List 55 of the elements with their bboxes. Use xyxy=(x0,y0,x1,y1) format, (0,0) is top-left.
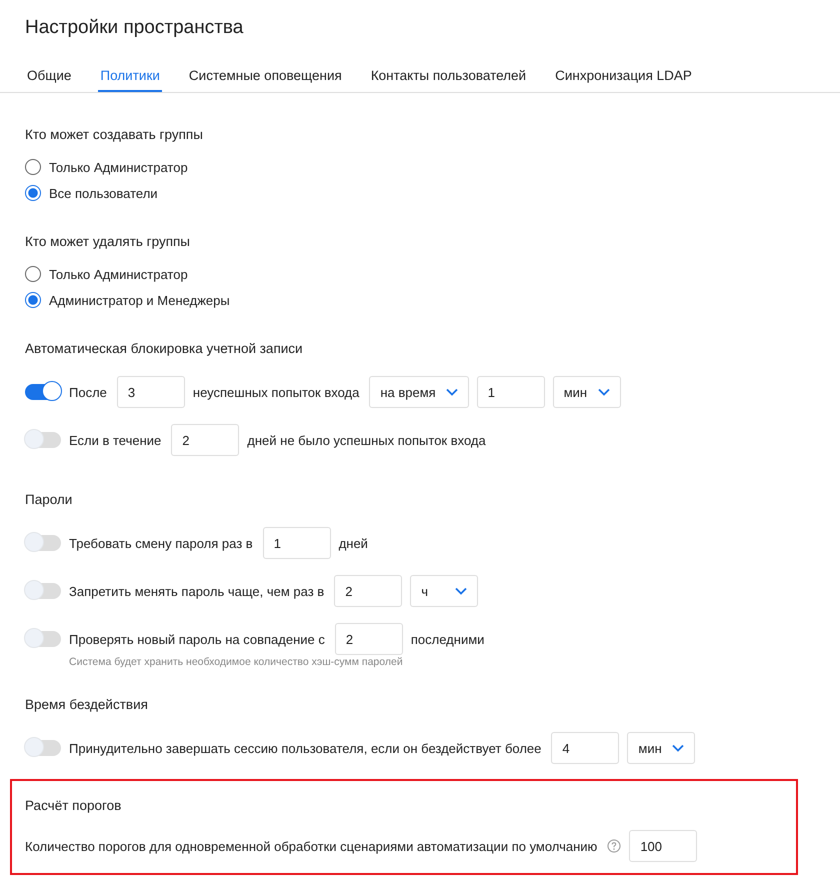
section-heading: Время бездействия xyxy=(25,696,149,714)
setting-label: Требовать смену пароля раз в xyxy=(69,536,253,550)
section-heading: Автоматическая блокировка учетной записи xyxy=(25,340,304,358)
toggle-switch[interactable] xyxy=(25,384,61,400)
radio-button[interactable] xyxy=(25,185,41,201)
tab[interactable]: Системные оповещения xyxy=(186,68,344,92)
toggle-switch[interactable] xyxy=(25,535,61,551)
input-field[interactable]: 100 xyxy=(629,830,698,862)
chevron-down-icon xyxy=(598,388,610,396)
setting-label: Только Администратор xyxy=(49,266,188,282)
input-field[interactable]: 4 xyxy=(551,732,620,764)
setting-label: Администратор и Менеджеры xyxy=(49,292,230,308)
dropdown[interactable]: ч xyxy=(410,575,478,607)
dropdown[interactable]: мин xyxy=(552,376,621,408)
tab[interactable]: Общие xyxy=(25,68,74,92)
setting-label: последними xyxy=(410,632,484,646)
chevron-down-icon xyxy=(455,587,468,595)
input-field[interactable]: 2 xyxy=(334,623,403,655)
toggle-switch[interactable] xyxy=(25,631,61,647)
dropdown[interactable]: на время xyxy=(369,376,469,408)
tab[interactable]: Политики xyxy=(98,68,162,92)
setting-label: Только Администратор xyxy=(49,160,188,174)
setting-label: неуспешных попыток входа xyxy=(192,384,360,400)
section-heading: Пароли xyxy=(25,491,74,509)
setting-label: Если в течение xyxy=(69,432,162,448)
input-field[interactable]: 1 xyxy=(262,527,331,559)
setting-label: дней не было успешных попыток входа xyxy=(247,432,486,448)
setting-label: Все пользователи xyxy=(49,186,158,200)
chevron-down-icon xyxy=(446,388,458,396)
setting-label: Проверять новый пароль на совпадение с xyxy=(69,632,325,646)
chevron-down-icon xyxy=(672,744,684,752)
hint-text: Система будет хранить необходимое количество хэш-сумм паролей xyxy=(69,655,404,669)
toggle-switch[interactable] xyxy=(25,740,61,756)
setting-label: Количество порогов для одновременной обработки сценариями автоматизации по умолчанию xyxy=(25,838,598,854)
tab[interactable]: Контакты пользователей xyxy=(368,68,528,92)
setting-label: Принудительно завершать сессию пользователя, если он бездействует более xyxy=(69,740,542,756)
section-heading: Кто может удалять группы xyxy=(25,233,192,251)
section-heading: Кто может создавать группы xyxy=(25,126,204,144)
input-field[interactable]: 2 xyxy=(171,424,240,456)
radio-button[interactable] xyxy=(25,159,41,175)
tab[interactable]: Синхронизация LDAP xyxy=(553,68,694,92)
section-heading: Расчёт порогов xyxy=(25,797,122,815)
setting-label: Запретить менять пароль чаще, чем раз в xyxy=(69,584,324,598)
dropdown[interactable]: мин xyxy=(627,732,696,764)
help-icon[interactable] xyxy=(607,839,622,853)
setting-label: После xyxy=(69,384,107,400)
input-field[interactable]: 1 xyxy=(476,376,545,408)
radio-button[interactable] xyxy=(25,292,41,308)
toggle-switch[interactable] xyxy=(25,583,61,599)
input-field[interactable]: 3 xyxy=(116,376,185,408)
toggle-switch[interactable] xyxy=(25,432,61,448)
setting-label: дней xyxy=(338,536,368,550)
radio-button[interactable] xyxy=(25,266,41,282)
input-field[interactable]: 2 xyxy=(334,575,402,607)
page-title: Настройки пространства xyxy=(24,16,244,40)
